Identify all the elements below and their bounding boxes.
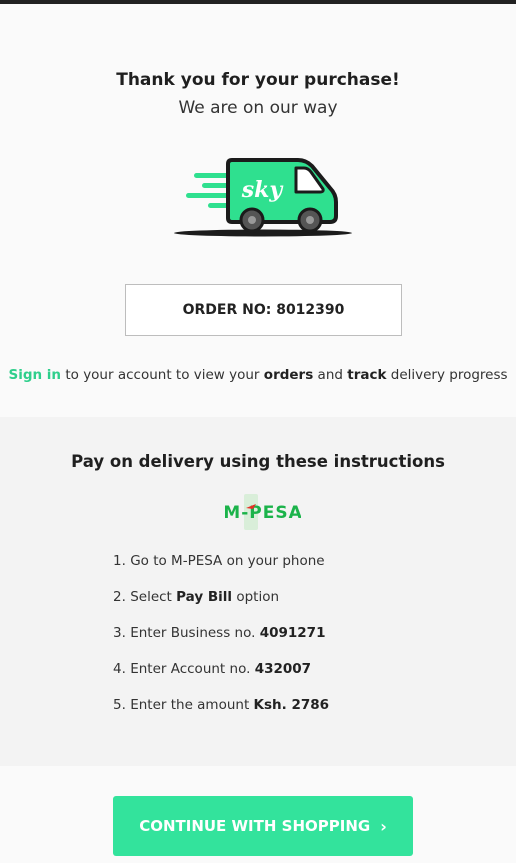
payment-title: Pay on delivery using these instructions bbox=[71, 452, 445, 471]
payment-instructions: Pay on delivery using these instructions… bbox=[0, 417, 516, 766]
sign-in-link[interactable]: Sign in bbox=[8, 367, 61, 383]
continue-shopping-label: CONTINUE WITH SHOPPING bbox=[139, 817, 371, 835]
list-item: 5. Enter the amount Ksh. 2786 bbox=[113, 697, 330, 713]
chevron-right-icon: › bbox=[380, 816, 387, 836]
list-item: 4. Enter Account no. 432007 bbox=[113, 661, 312, 677]
subtitle: We are on our way bbox=[178, 98, 338, 118]
sky-logo-text: sky bbox=[241, 177, 285, 203]
order-number-box: ORDER NO: 8012390 bbox=[125, 284, 402, 336]
svg-text:M-PESA: M-PESA bbox=[225, 503, 301, 523]
thank-you-heading: Thank you for your purchase! bbox=[116, 70, 400, 90]
list-item: 1. Go to M-PESA on your phone bbox=[113, 553, 325, 569]
top-bar bbox=[0, 0, 516, 4]
order-label: ORDER NO: bbox=[182, 302, 272, 318]
mpesa-logo: M-PESA bbox=[223, 494, 302, 530]
list-item: 3. Enter Business no. 4091271 bbox=[113, 625, 326, 641]
payment-steps: 1. Go to M-PESA on your phone 2. Select … bbox=[113, 553, 329, 733]
signin-prompt: Sign in to your account to view your ord… bbox=[8, 367, 508, 383]
order-number: 8012390 bbox=[276, 302, 345, 318]
list-item: 2. Select Pay Bill option bbox=[113, 589, 280, 605]
continue-shopping-button[interactable]: CONTINUE WITH SHOPPING › bbox=[113, 796, 413, 856]
delivery-van-icon: sky bbox=[172, 152, 354, 240]
